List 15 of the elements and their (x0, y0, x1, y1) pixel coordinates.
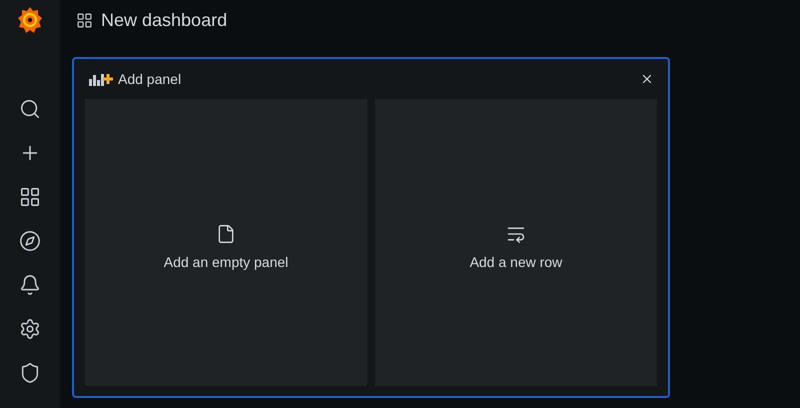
file-icon (216, 224, 236, 244)
search-icon[interactable] (19, 98, 41, 120)
close-icon[interactable] (640, 72, 654, 86)
dashboard-grid-icon (76, 12, 93, 28)
add-panel-title: Add panel (118, 70, 182, 89)
add-option-button[interactable]: Add an empty panel (85, 99, 367, 386)
bell-icon[interactable] (19, 274, 41, 296)
compass-icon[interactable] (19, 230, 41, 252)
logo-icon[interactable] (17, 6, 43, 34)
add-option-button[interactable]: Add a new row (375, 99, 657, 386)
settings-icon[interactable] (19, 318, 41, 340)
shield-icon[interactable] (19, 362, 41, 384)
grid-icon[interactable] (19, 186, 41, 208)
add-panel-icon (88, 72, 114, 86)
dashboard-title[interactable]: New dashboard (101, 6, 228, 34)
